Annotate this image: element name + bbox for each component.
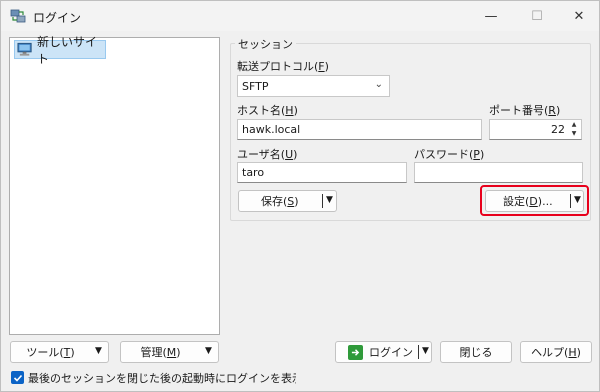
window-title: ログイン bbox=[33, 11, 82, 25]
dropdown-arrow-icon[interactable]: ▼ bbox=[422, 346, 429, 356]
save-button-label: 保存(S) bbox=[261, 195, 299, 208]
host-value: hawk.local bbox=[242, 123, 301, 136]
login-icon bbox=[348, 344, 363, 360]
dropdown-arrow-icon: ▼ bbox=[95, 346, 102, 356]
port-spinner[interactable]: 22 ▲ ▼ bbox=[489, 119, 582, 140]
password-label: パスワード(P) bbox=[414, 148, 485, 161]
save-button[interactable]: 保存(S) ▼ bbox=[238, 190, 337, 212]
user-value: taro bbox=[242, 166, 265, 179]
close-button[interactable]: 閉じる bbox=[440, 341, 512, 363]
minimize-icon: — bbox=[484, 8, 498, 24]
show-login-checkbox[interactable] bbox=[11, 371, 24, 384]
minimize-button[interactable]: — bbox=[469, 1, 513, 31]
host-input[interactable]: hawk.local bbox=[237, 119, 482, 140]
user-label: ユーザ名(U) bbox=[237, 148, 298, 161]
tools-button[interactable]: ツール(T) ▼ bbox=[10, 341, 109, 363]
manage-button-label: 管理(M) bbox=[140, 346, 181, 359]
manage-button[interactable]: 管理(M) ▼ bbox=[120, 341, 219, 363]
close-button-label: 閉じる bbox=[459, 346, 493, 359]
dropdown-arrow-icon[interactable]: ▼ bbox=[574, 195, 581, 205]
split-divider bbox=[322, 194, 323, 208]
tools-button-label: ツール(T) bbox=[26, 346, 75, 359]
user-input[interactable]: taro bbox=[237, 162, 407, 183]
port-label: ポート番号(R) bbox=[489, 104, 561, 117]
protocol-select[interactable]: SFTP ⌄ bbox=[237, 75, 390, 97]
computer-icon bbox=[17, 42, 32, 56]
maximize-button[interactable]: ☐ bbox=[515, 1, 559, 31]
title-bar[interactable]: ログイン — ☐ ✕ bbox=[1, 1, 599, 31]
host-label: ホスト名(H) bbox=[237, 104, 298, 117]
close-icon: ✕ bbox=[573, 8, 585, 24]
site-tree-item[interactable]: 新しいサイト bbox=[14, 35, 106, 66]
port-value: 22 bbox=[551, 123, 565, 136]
site-tree-item-label: 新しいサイト bbox=[37, 34, 98, 66]
login-button[interactable]: ログイン ▼ bbox=[335, 341, 432, 363]
protocol-value: SFTP bbox=[242, 79, 269, 93]
help-button[interactable]: ヘルプ(H) bbox=[520, 341, 592, 363]
advanced-button-label: 設定(D)... bbox=[503, 195, 553, 208]
checkmark-icon bbox=[13, 374, 22, 382]
help-button-label: ヘルプ(H) bbox=[531, 346, 581, 359]
protocol-label: 転送プロトコル(F) bbox=[237, 60, 329, 73]
login-button-label: ログイン bbox=[369, 346, 413, 359]
dropdown-arrow-icon: ▼ bbox=[205, 346, 212, 356]
split-divider bbox=[418, 345, 419, 359]
session-group-label: セッション bbox=[235, 36, 296, 52]
site-tree[interactable]: 新しいサイト bbox=[9, 35, 220, 335]
advanced-button[interactable]: 設定(D)... ▼ bbox=[485, 190, 584, 212]
login-dialog: ログイン — ☐ ✕ 新しいサイト セッション 転送プロトコル(F) SFTP … bbox=[0, 0, 600, 392]
split-divider bbox=[570, 194, 571, 208]
show-login-checkbox-label[interactable]: 最後のセッションを閉じた後の起動時にログインを表示(S bbox=[28, 370, 296, 386]
chevron-down-icon: ⌄ bbox=[374, 79, 383, 90]
password-input[interactable] bbox=[414, 162, 583, 183]
maximize-icon: ☐ bbox=[531, 8, 543, 24]
spin-down-icon[interactable]: ▼ bbox=[568, 130, 580, 139]
close-window-button[interactable]: ✕ bbox=[557, 1, 600, 31]
winscp-app-icon bbox=[10, 9, 26, 23]
dropdown-arrow-icon[interactable]: ▼ bbox=[326, 195, 333, 205]
spin-up-icon[interactable]: ▲ bbox=[568, 121, 580, 130]
